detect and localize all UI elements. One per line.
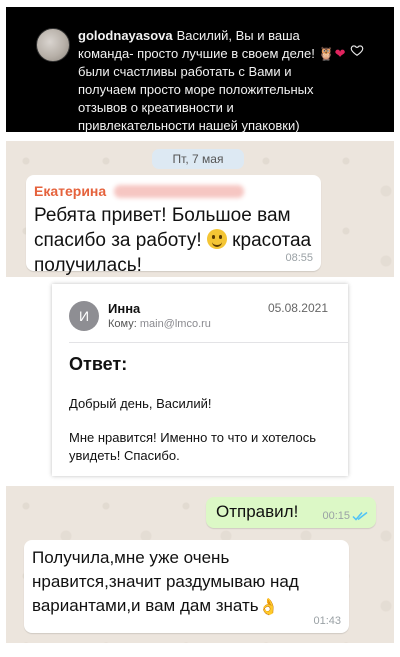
outgoing-message-time: 00:15: [322, 510, 350, 522]
avatar[interactable]: [36, 28, 70, 62]
read-receipt-icon: [352, 511, 368, 521]
email-recipient: Кому: main@lmco.ru: [108, 318, 211, 330]
blurred-sender-details: [114, 185, 244, 198]
email-greeting: Добрый день, Василий!: [69, 396, 212, 411]
divider: [69, 342, 348, 343]
comment-text: golodnayasova Василий, Вы и ваша команда-…: [78, 27, 348, 135]
message-text: Ребята привет! Большое вам спасибо за ра…: [34, 203, 314, 278]
instagram-comment: golodnayasova Василий, Вы и ваша команда-…: [6, 7, 394, 135]
red-heart-icon: ❤: [334, 46, 346, 61]
to-label: Кому:: [108, 318, 137, 330]
chat-screenshot-2: Отправил! 00:15 Получила,мне уже очень н…: [6, 486, 394, 643]
email-sender[interactable]: Инна: [108, 301, 140, 316]
email-body: Мне нравится! Именно то что и хотелось у…: [69, 430, 317, 463]
sender-avatar: И: [69, 301, 99, 331]
outgoing-message[interactable]: Отправил! 00:15: [206, 497, 376, 528]
ok-hand-emoji-icon: 👌: [258, 599, 279, 616]
chat-screenshot-1: Пт, 7 мая Екатерина Ребята привет! Больш…: [6, 141, 394, 277]
owl-emoji-icon: 🦉: [318, 46, 335, 61]
date-separator: Пт, 7 мая: [152, 149, 244, 169]
smile-emoji-icon: [206, 229, 227, 249]
like-heart-icon[interactable]: [350, 43, 364, 57]
incoming-message-time: 01:43: [313, 615, 341, 627]
message-time: 08:55: [285, 252, 313, 264]
comment-username[interactable]: golodnayasova: [78, 28, 173, 43]
email-date: 05.08.2021: [267, 301, 328, 315]
incoming-message[interactable]: Екатерина Ребята привет! Большое вам спа…: [26, 175, 321, 276]
email-subject: Ответ:: [69, 354, 128, 374]
to-address[interactable]: main@lmco.ru: [140, 318, 211, 330]
email-screenshot: И Инна Кому: main@lmco.ru 05.08.2021 Отв…: [52, 284, 348, 476]
sender-name: Екатерина: [34, 183, 107, 199]
comment-text-part2: были счастливы работать с Вами и получае…: [78, 64, 314, 133]
incoming-message[interactable]: Получила,мне уже очень нравится,значит р…: [24, 540, 349, 633]
incoming-message-text: Получила,мне уже очень нравится,значит р…: [32, 546, 347, 620]
outgoing-message-text: Отправил!: [216, 502, 299, 521]
